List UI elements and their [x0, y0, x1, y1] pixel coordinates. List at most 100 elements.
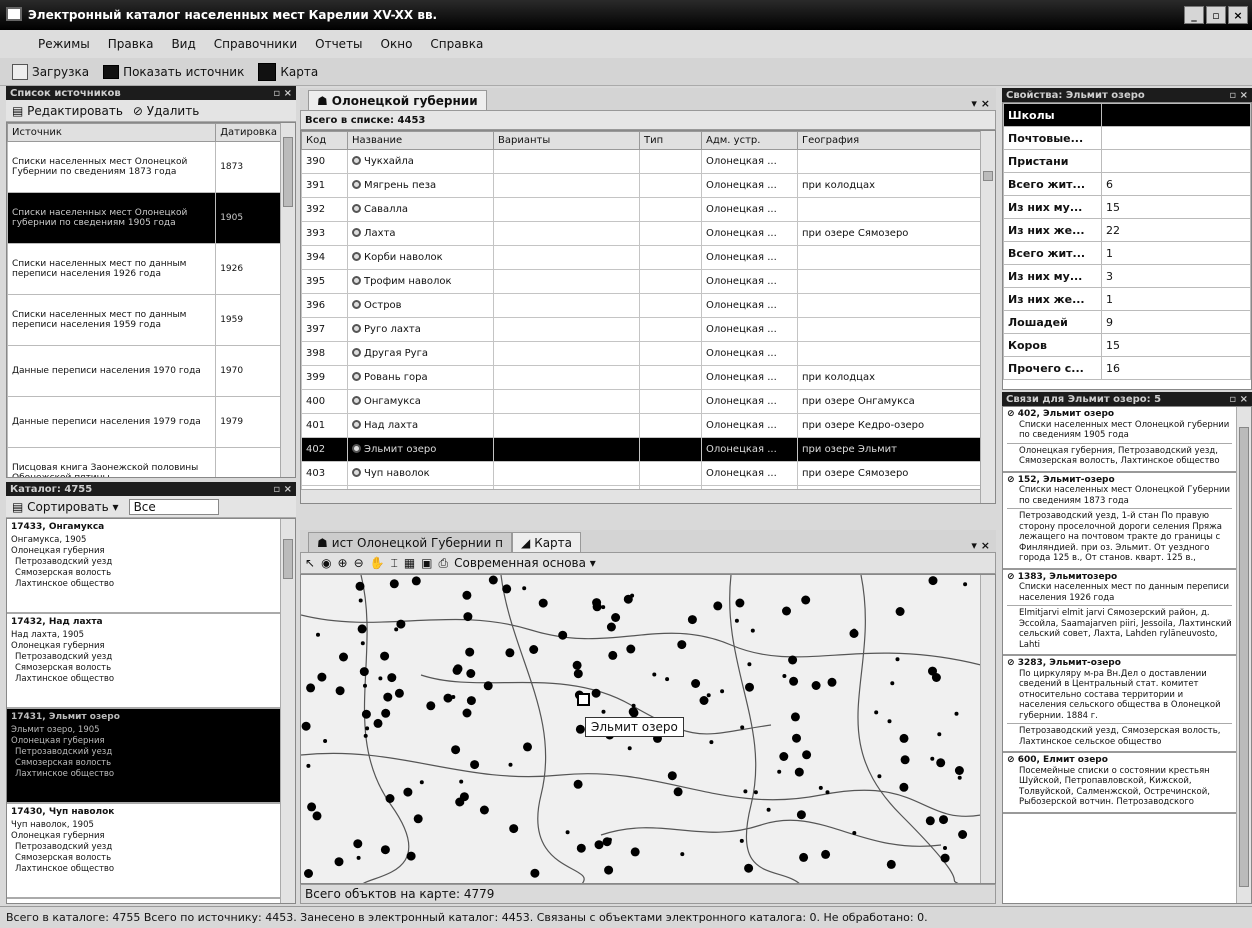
grid-row[interactable]: 400 Онгамукса Олонецкая ... при озере Онгам…: [301, 389, 982, 414]
settlement-dot[interactable]: [573, 669, 583, 679]
settlement-dot[interactable]: [466, 669, 476, 678]
settlement-dot[interactable]: [335, 686, 345, 696]
settlement-dot[interactable]: [782, 674, 787, 678]
zoom-out-icon[interactable]: ⊖: [354, 556, 364, 570]
settlement-dot[interactable]: [936, 758, 946, 768]
source-row[interactable]: Списки населенных мест по данным перепис…: [7, 243, 282, 295]
settlement-dot[interactable]: [677, 640, 687, 650]
settlement-dot[interactable]: [523, 742, 532, 752]
settlement-dot[interactable]: [488, 575, 498, 585]
edit-button[interactable]: ▤ Редактировать: [12, 104, 123, 118]
settlement-dot[interactable]: [306, 683, 316, 693]
settlement-dot[interactable]: [601, 709, 606, 714]
settlement-dot[interactable]: [406, 851, 416, 861]
settlement-dot[interactable]: [530, 868, 540, 878]
settlement-dot[interactable]: [380, 845, 390, 855]
grid-row[interactable]: 394 Корби наволок Олонецкая ...: [301, 245, 982, 270]
settlement-dot[interactable]: [385, 794, 395, 803]
settlement-dot[interactable]: [886, 859, 896, 869]
settlement-dot[interactable]: [899, 782, 909, 792]
catalog-item[interactable]: 17431, Эльмит озеро Эльмит озеро, 1905 Оло…: [7, 709, 281, 804]
settlement-dot[interactable]: [608, 650, 618, 660]
settlement-dot[interactable]: [334, 857, 344, 867]
tab-source-list[interactable]: ☗ ист Олонецкой Губернии п: [308, 532, 512, 552]
settlement-dot[interactable]: [747, 662, 752, 667]
settlement-dot[interactable]: [789, 676, 799, 686]
settlement-dot[interactable]: [740, 725, 745, 730]
property-row[interactable]: Из них му... 3: [1003, 264, 1251, 288]
settlement-dot[interactable]: [359, 667, 369, 677]
settlement-dot[interactable]: [479, 805, 489, 815]
basemap-select[interactable]: Современная основа ▾: [454, 556, 596, 570]
print-icon[interactable]: ⎙: [439, 556, 449, 571]
property-row[interactable]: Из них му... 15: [1003, 195, 1251, 219]
link-item[interactable]: ⊘ 402, Эльмит озеро Списки населенных мес…: [1003, 407, 1236, 473]
col-source[interactable]: Источник: [7, 123, 217, 142]
grid-row[interactable]: 402 Эльмит озеро Олонецкая ... при озере Эл…: [301, 437, 982, 462]
settlement-dot[interactable]: [470, 760, 480, 770]
filter-select[interactable]: Все: [128, 498, 219, 515]
property-row[interactable]: Коров 15: [1003, 333, 1251, 357]
settlement-dot[interactable]: [811, 681, 821, 690]
settlement-dot[interactable]: [794, 767, 804, 777]
settlement-dot[interactable]: [381, 708, 391, 718]
property-row[interactable]: Прочего с... 16: [1003, 356, 1251, 380]
grid-col-header[interactable]: Варианты: [493, 131, 640, 150]
settlement-dot[interactable]: [818, 785, 823, 790]
settlement-dot[interactable]: [419, 780, 424, 785]
menu-item[interactable]: Справка: [430, 37, 483, 51]
settlement-dot[interactable]: [387, 673, 397, 683]
settlement-dot[interactable]: [353, 839, 363, 849]
settlement-dot[interactable]: [877, 774, 882, 779]
settlement-dot[interactable]: [592, 598, 602, 608]
source-row[interactable]: Данные переписи населения 1970 года 1970: [7, 345, 282, 397]
close-button[interactable]: ×: [1228, 6, 1248, 24]
sources-scrollbar[interactable]: [280, 123, 295, 477]
settlement-dot[interactable]: [943, 846, 947, 850]
settlement-dot[interactable]: [887, 719, 892, 724]
settlement-dot[interactable]: [607, 837, 612, 842]
source-row[interactable]: Писцовая книга Заонежской половины Обоне…: [7, 447, 282, 477]
tab-gubernia[interactable]: ☗ Олонецкой губернии: [308, 90, 487, 110]
settlement-dot[interactable]: [673, 787, 683, 797]
settlement-dot[interactable]: [779, 752, 789, 761]
settlement-dot[interactable]: [363, 683, 367, 688]
settlement-dot[interactable]: [604, 865, 614, 875]
settlement-dot[interactable]: [462, 708, 472, 718]
property-row[interactable]: Всего жит... 6: [1003, 172, 1251, 196]
property-row[interactable]: Школы: [1003, 103, 1251, 127]
property-row[interactable]: Из них же... 22: [1003, 218, 1251, 242]
settlement-dot[interactable]: [389, 579, 399, 589]
map-canvas[interactable]: Эльмит озеро: [300, 574, 996, 884]
settlement-dot[interactable]: [339, 652, 348, 662]
settlement-dot[interactable]: [825, 790, 830, 795]
settlement-dot[interactable]: [411, 576, 421, 586]
pointer-tool-icon[interactable]: ↖: [305, 556, 315, 570]
settlement-dot[interactable]: [576, 843, 586, 853]
settlement-dot[interactable]: [709, 740, 714, 745]
link-item[interactable]: ⊘ 600, Елмит озеро Посемейные списки о со…: [1003, 753, 1236, 814]
settlement-dot[interactable]: [361, 709, 371, 719]
settlement-dot[interactable]: [459, 779, 464, 784]
source-row[interactable]: Списки населенных мест Олонецкой губерни…: [7, 192, 282, 244]
settlement-dot[interactable]: [720, 689, 725, 694]
links-scrollbar[interactable]: [1236, 407, 1251, 903]
settlement-dot[interactable]: [380, 651, 390, 661]
settlement-dot[interactable]: [509, 824, 519, 834]
settlement-dot[interactable]: [691, 679, 701, 688]
source-row[interactable]: Данные переписи населения 1979 года 1979: [7, 396, 282, 448]
settlement-dot[interactable]: [713, 601, 723, 611]
settlement-dot[interactable]: [601, 605, 606, 610]
grid-col-header[interactable]: Код: [301, 131, 348, 150]
show-source-button[interactable]: Показать источник: [103, 64, 244, 79]
maximize-button[interactable]: ▫: [1206, 6, 1226, 24]
source-row[interactable]: Списки населенных мест по данным перепис…: [7, 294, 282, 346]
grid-row[interactable]: 393 Лахта Олонецкая ... при озере Сямозеро: [301, 221, 982, 246]
property-row[interactable]: Из них же... 1: [1003, 287, 1251, 311]
settlement-dot[interactable]: [606, 622, 616, 632]
settlement-dot[interactable]: [306, 763, 311, 768]
pan-icon[interactable]: ✋: [370, 556, 385, 570]
settlement-dot[interactable]: [680, 852, 685, 857]
settlement-dot[interactable]: [396, 619, 406, 629]
settlement-dot[interactable]: [735, 598, 745, 608]
